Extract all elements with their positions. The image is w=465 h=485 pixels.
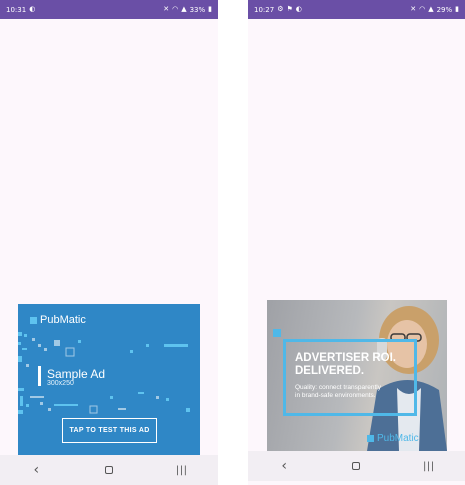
recents-icon: ||| [423, 460, 435, 472]
nav-home-button[interactable] [94, 458, 124, 482]
subtext-line-1: Quality: connect transparently [295, 384, 381, 391]
banner-ad[interactable]: PubMatic Sample Ad 300x250 TAP TO TEST T… [18, 304, 200, 455]
subtext-line-2: in brand-safe environments. [295, 392, 376, 399]
flag-icon: ⚑ [286, 5, 293, 13]
home-icon [352, 462, 361, 470]
nav-home-button[interactable] [341, 454, 371, 478]
phone-screen-right: 10:27 ⚙ ⚑ ◐ ✕ ◠ ▲ 29% ▮ ADVERTISER ROI. … [248, 0, 465, 485]
logo-square-icon [30, 316, 37, 324]
headline-line-1: ADVERTISER ROI. [295, 352, 396, 364]
nav-recents-button[interactable]: ||| [167, 458, 197, 482]
phone-screen-left: 10:31 ◐ ✕ ◠ ▲ 33% ▮ PubMatic Sample Ad 3… [0, 0, 218, 485]
headline-line-2: DELIVERED. [295, 365, 365, 377]
ad-headline: ADVERTISER ROI. DELIVERED. [295, 352, 396, 378]
status-time: 10:31 [6, 5, 27, 14]
sync-icon: ◐ [29, 5, 36, 13]
nav-back-button[interactable]: ‹ [269, 454, 299, 478]
back-icon: ‹ [281, 458, 287, 474]
battery-percent: 33% [189, 5, 206, 14]
accent-bar [38, 366, 41, 386]
ad-size: 300x250 [47, 380, 74, 387]
pubmatic-logo: PubMatic [30, 314, 86, 326]
mute-icon: ✕ [163, 5, 170, 13]
nav-back-button[interactable]: ‹ [21, 458, 51, 482]
status-bar: 10:31 ◐ ✕ ◠ ▲ 33% ▮ [0, 0, 218, 19]
back-icon: ‹ [33, 462, 40, 478]
recents-icon: ||| [175, 464, 188, 476]
pubmatic-logo: PubMatic [367, 433, 419, 444]
banner-ad[interactable]: ADVERTISER ROI. DELIVERED. Quality: conn… [267, 300, 447, 451]
signal-icon: ▲ [428, 5, 434, 13]
wifi-icon: ◠ [419, 5, 426, 13]
battery-icon: ▮ [455, 5, 459, 13]
ad-title: Sample Ad [47, 367, 106, 381]
navigation-bar: ‹ ||| [0, 455, 218, 485]
battery-icon: ▮ [208, 5, 212, 13]
status-time: 10:27 [254, 5, 275, 14]
settings-icon: ⚙ [277, 5, 284, 13]
status-bar: 10:27 ⚙ ⚑ ◐ ✕ ◠ ▲ 29% ▮ [248, 0, 465, 19]
mute-icon: ✕ [410, 5, 417, 13]
brand-name: PubMatic [40, 314, 86, 326]
navigation-bar: ‹ ||| [248, 451, 465, 481]
signal-icon: ▲ [181, 5, 187, 13]
wifi-icon: ◠ [172, 5, 179, 13]
tap-to-test-button[interactable]: TAP TO TEST THIS AD [62, 418, 157, 443]
corner-accent [273, 329, 281, 337]
logo-square-icon [367, 435, 374, 442]
nav-recents-button[interactable]: ||| [414, 454, 444, 478]
brand-name: PubMatic [377, 433, 419, 444]
battery-percent: 29% [436, 5, 453, 14]
home-icon [104, 466, 113, 474]
sync-icon: ◐ [295, 5, 302, 13]
ad-subtext: Quality: connect transparently in brand-… [295, 384, 381, 400]
